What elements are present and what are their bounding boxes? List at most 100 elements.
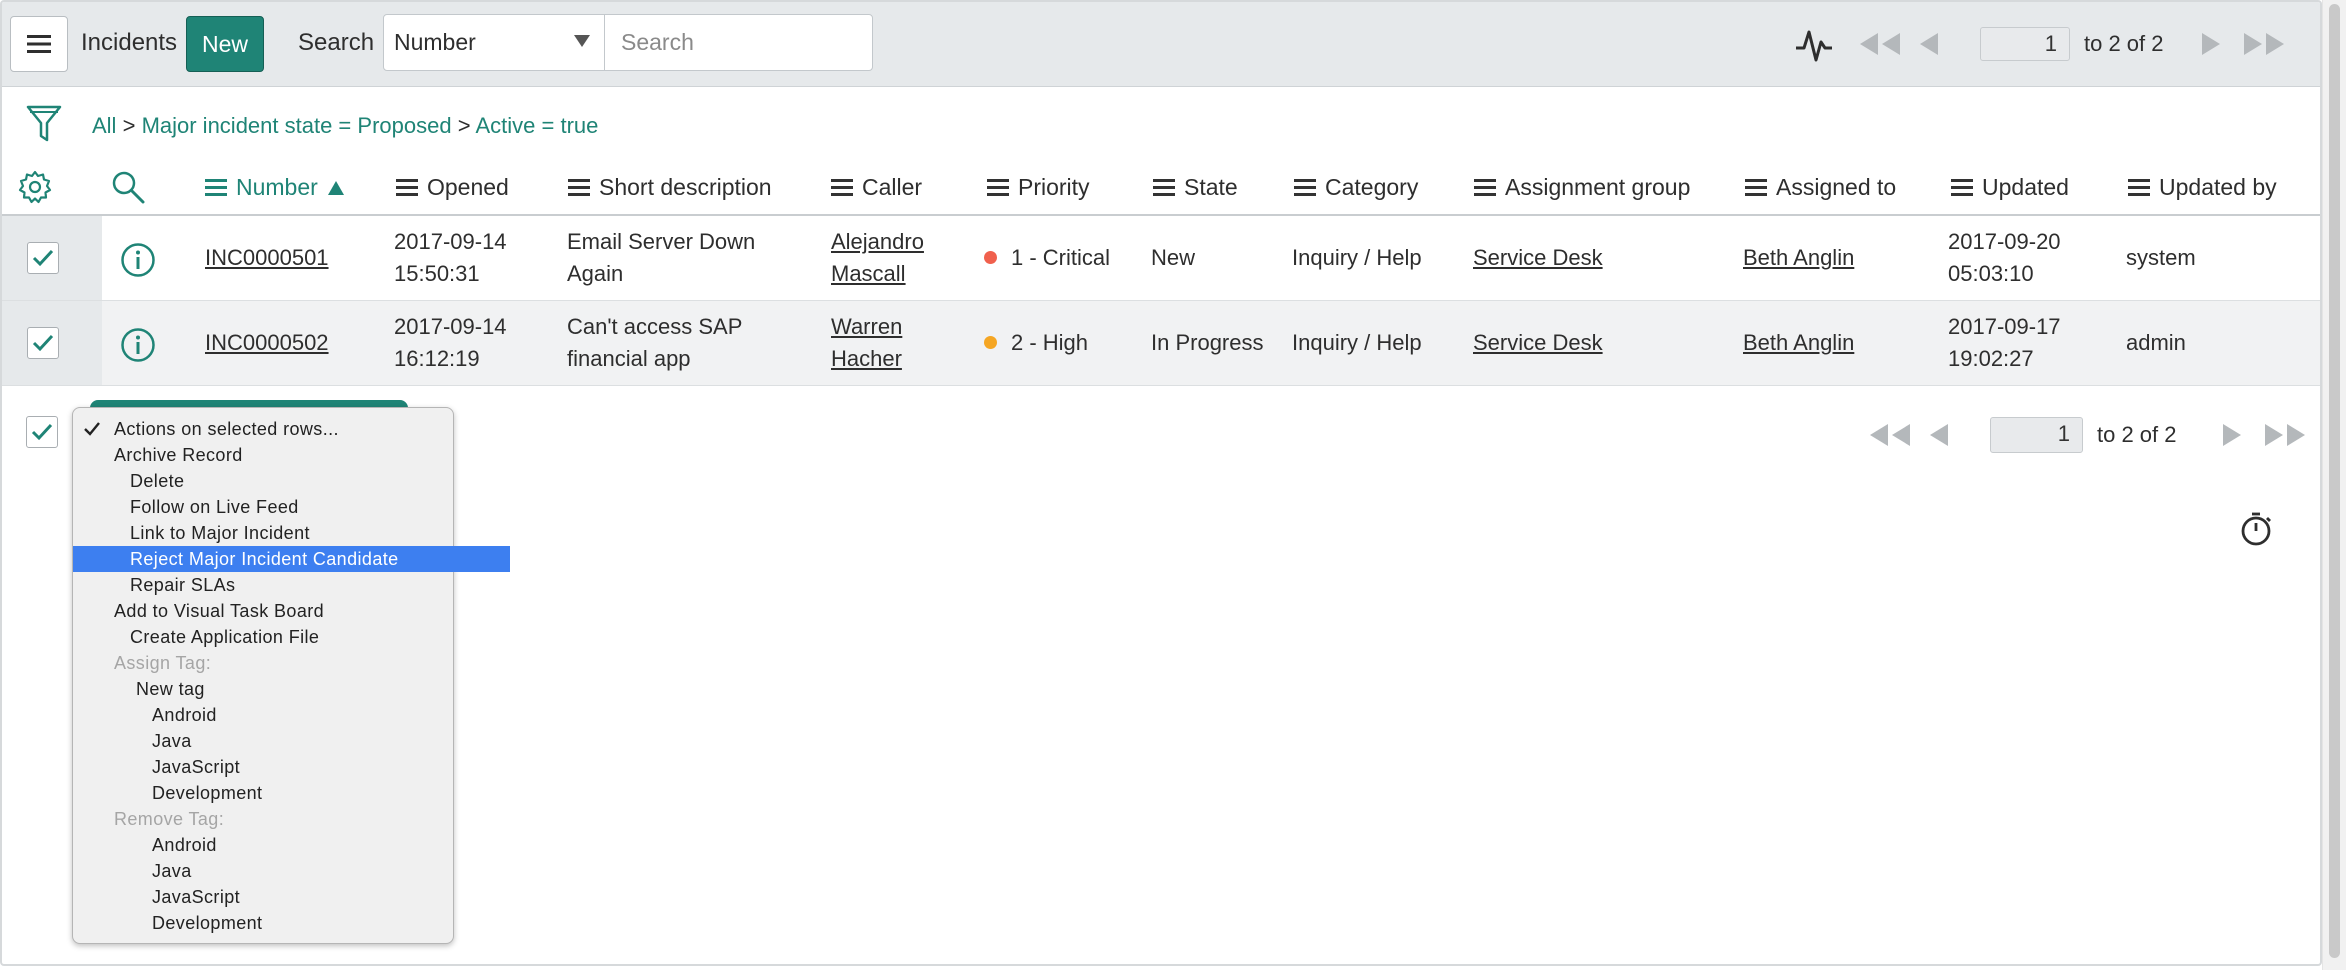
breadcrumb-major-incident-state[interactable]: Major incident state = Proposed [142, 113, 452, 138]
column-header-assignment-group[interactable]: Assignment group [1474, 174, 1690, 201]
checkmark-icon [32, 334, 54, 352]
scrollbar-thumb[interactable] [2329, 4, 2340, 958]
top-pager: 1 to 2 of 2 [1794, 24, 2286, 64]
check-icon [84, 422, 100, 436]
column-menu-icon[interactable] [1474, 175, 1496, 200]
column-menu-icon[interactable] [205, 175, 227, 200]
menu-item-remove-tag-javascript[interactable]: JavaScript [73, 884, 532, 910]
menu-item-archive-record[interactable]: Archive Record [73, 442, 494, 468]
new-button[interactable]: New [186, 16, 264, 72]
assignment-group-link[interactable]: Service Desk [1473, 242, 1603, 274]
caller-link[interactable]: Warren Hacher [831, 311, 902, 375]
menu-item-remove-tag-java[interactable]: Java [73, 858, 532, 884]
updated-by-cell: admin [2126, 330, 2186, 355]
list-menu-button[interactable] [10, 16, 68, 72]
updated-by-cell: system [2126, 245, 2196, 270]
column-menu-icon[interactable] [568, 175, 590, 200]
menu-item-delete[interactable]: Delete [73, 468, 510, 494]
column-menu-icon[interactable] [1153, 175, 1175, 200]
menu-item-remove-tag-development[interactable]: Development [73, 910, 532, 936]
first-page-icon[interactable] [1868, 424, 1912, 446]
breadcrumb-active[interactable]: Active = true [475, 113, 598, 138]
assignment-group-link[interactable]: Service Desk [1473, 327, 1603, 359]
priority-cell: 2 - High [984, 327, 1088, 359]
column-header-short-description[interactable]: Short description [568, 174, 772, 201]
column-header-updated-by[interactable]: Updated by [2128, 174, 2277, 201]
column-menu-icon[interactable] [1294, 175, 1316, 200]
column-header-opened[interactable]: Opened [396, 174, 509, 201]
timer-icon[interactable] [2238, 510, 2274, 548]
priority-indicator [984, 250, 997, 264]
menu-item-repair-slas[interactable]: Repair SLAs [73, 572, 510, 598]
column-menu-icon[interactable] [831, 175, 853, 200]
gear-icon[interactable] [18, 170, 52, 204]
vertical-scrollbar[interactable] [2322, 0, 2346, 970]
last-page-icon[interactable] [2242, 33, 2286, 55]
column-menu-icon[interactable] [987, 175, 1009, 200]
menu-item-follow-on-live-feed[interactable]: Follow on Live Feed [73, 494, 510, 520]
opened-cell: 2017-09-14 15:50:31 [394, 229, 507, 286]
previous-page-icon[interactable] [1918, 33, 1940, 55]
menu-item-actions-on-selected-rows[interactable]: Actions on selected rows... [73, 416, 494, 442]
updated-cell: 2017-09-17 19:02:27 [1948, 314, 2061, 371]
column-menu-icon[interactable] [2128, 175, 2150, 200]
next-page-icon[interactable] [2200, 33, 2222, 55]
search-icon[interactable] [110, 169, 146, 205]
page-number-input[interactable]: 1 [1990, 417, 2083, 453]
menu-item-add-to-visual-task-board[interactable]: Add to Visual Task Board [73, 598, 494, 624]
last-page-icon[interactable] [2263, 424, 2307, 446]
column-menu-icon[interactable] [396, 175, 418, 200]
table-row[interactable]: INC0000501 2017-09-14 15:50:31 Email Serv… [2, 216, 2320, 301]
column-header-caller[interactable]: Caller [831, 174, 922, 201]
menu-item-remove-tag-android[interactable]: Android [73, 832, 532, 858]
row-checkbox[interactable] [27, 327, 59, 359]
state-cell: In Progress [1151, 330, 1264, 355]
next-page-icon[interactable] [2221, 424, 2243, 446]
search-field-value: Number [394, 29, 476, 55]
menu-item-create-application-file[interactable]: Create Application File [73, 624, 510, 650]
search-field-select[interactable]: Number [383, 14, 605, 71]
column-menu-icon[interactable] [1745, 175, 1767, 200]
category-cell: Inquiry / Help [1292, 330, 1422, 355]
column-header-assigned-to[interactable]: Assigned to [1745, 174, 1896, 201]
column-header-state[interactable]: State [1153, 174, 1238, 201]
filter-icon[interactable] [26, 104, 62, 144]
previous-page-icon[interactable] [1928, 424, 1950, 446]
first-page-icon[interactable] [1858, 33, 1902, 55]
menu-item-link-to-major-incident[interactable]: Link to Major Incident [73, 520, 510, 546]
short-description-cell: Email Server Down Again [567, 229, 756, 286]
list-view: Incidents New Search Number Search 1 to … [0, 0, 2322, 966]
actions-dropdown[interactable]: Actions on selected rows... Archive Reco… [72, 407, 510, 944]
page-range: to 2 of 2 [2084, 31, 2164, 56]
assigned-to-link[interactable]: Beth Anglin [1743, 242, 1854, 274]
menu-item-assign-tag-javascript[interactable]: JavaScript [73, 754, 532, 780]
column-menu-icon[interactable] [1951, 175, 1973, 200]
column-header-priority[interactable]: Priority [987, 174, 1090, 201]
checkmark-icon [32, 249, 54, 267]
search-input[interactable]: Search [604, 14, 873, 71]
priority-indicator [984, 335, 997, 349]
page-number-input[interactable]: 1 [1980, 27, 2070, 61]
incident-number-link[interactable]: INC0000502 [205, 327, 329, 359]
opened-cell: 2017-09-14 16:12:19 [394, 314, 507, 371]
row-checkbox[interactable] [27, 242, 59, 274]
column-header-category[interactable]: Category [1294, 174, 1418, 201]
select-all-checkbox[interactable] [26, 416, 58, 448]
menu-group-remove-tag: Remove Tag: [114, 809, 225, 829]
menu-item-reject-major-incident-candidate[interactable]: Reject Major Incident Candidate [73, 546, 510, 572]
info-icon[interactable] [120, 242, 156, 278]
activity-stream-icon[interactable] [1794, 24, 1834, 64]
breadcrumb-all[interactable]: All [92, 113, 116, 138]
menu-item-assign-tag-java[interactable]: Java [73, 728, 532, 754]
table-row[interactable]: INC0000502 2017-09-14 16:12:19 Can't acce… [2, 301, 2320, 386]
assigned-to-link[interactable]: Beth Anglin [1743, 327, 1854, 359]
column-header-updated[interactable]: Updated [1951, 174, 2069, 201]
updated-cell: 2017-09-20 05:03:10 [1948, 229, 2061, 286]
menu-item-new-tag[interactable]: New tag [73, 676, 516, 702]
column-header-number[interactable]: Number [205, 174, 344, 201]
incident-number-link[interactable]: INC0000501 [205, 242, 329, 274]
menu-item-assign-tag-development[interactable]: Development [73, 780, 532, 806]
menu-item-assign-tag-android[interactable]: Android [73, 702, 532, 728]
caller-link[interactable]: Alejandro Mascall [831, 226, 924, 290]
info-icon[interactable] [120, 327, 156, 363]
